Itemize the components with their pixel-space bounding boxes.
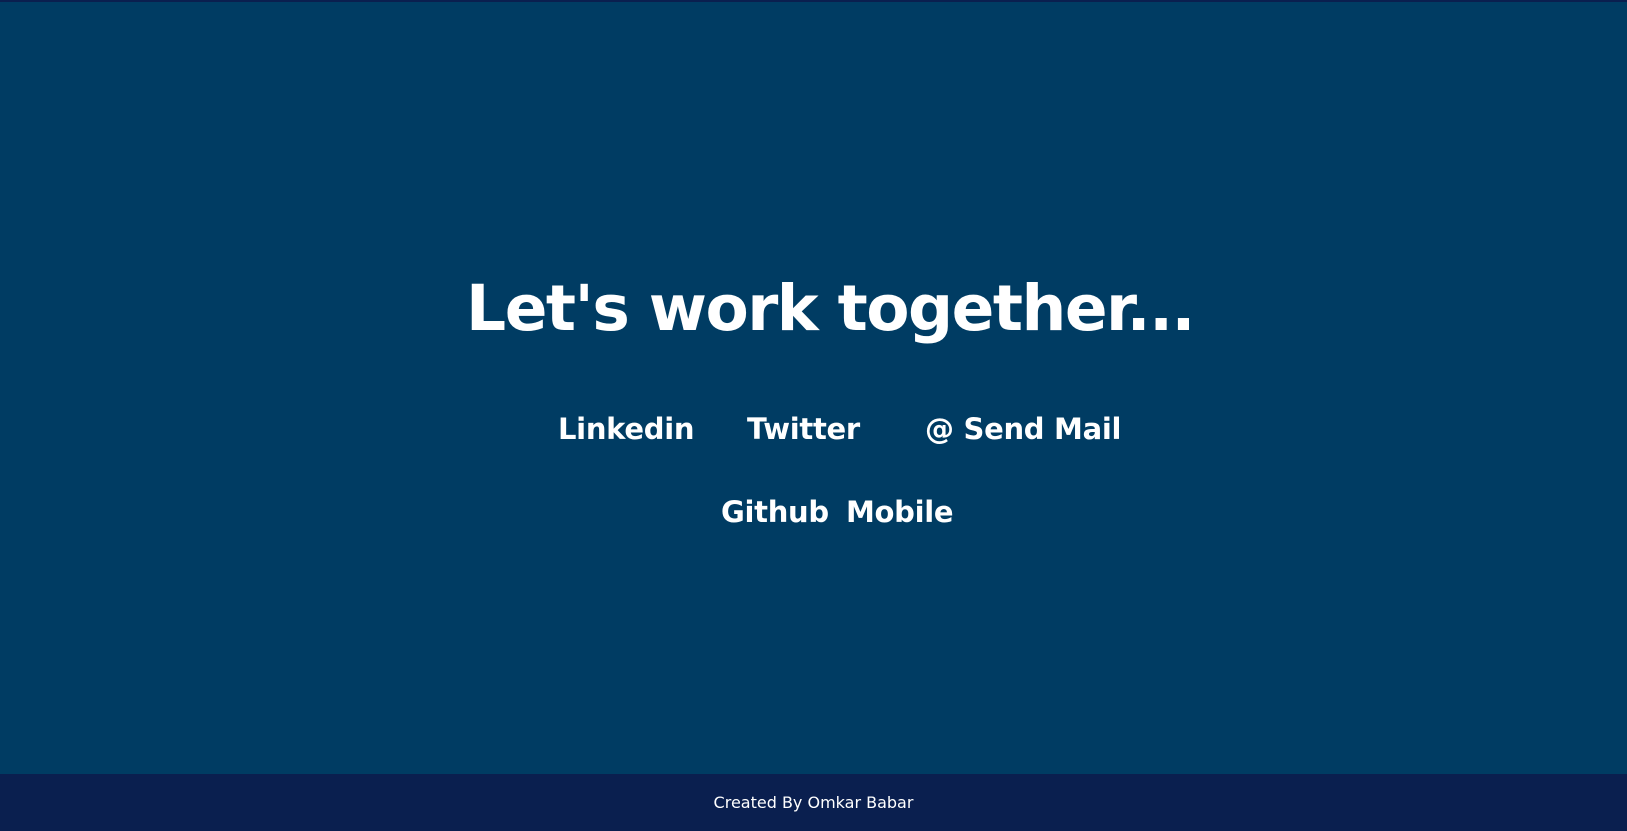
contact-page: Let's work together... Linkedin Twitter … xyxy=(0,0,1627,831)
page-title: Let's work together... xyxy=(466,272,1195,345)
footer-credit: Created By Omkar Babar xyxy=(713,793,914,812)
send-mail-link[interactable]: @ Send Mail xyxy=(925,409,1121,449)
twitter-link[interactable]: Twitter xyxy=(747,409,860,449)
mobile-link[interactable]: Mobile xyxy=(846,492,954,532)
footer: Created By Omkar Babar xyxy=(0,774,1627,831)
github-link[interactable]: Github xyxy=(721,492,829,532)
linkedin-link[interactable]: Linkedin xyxy=(558,409,694,449)
